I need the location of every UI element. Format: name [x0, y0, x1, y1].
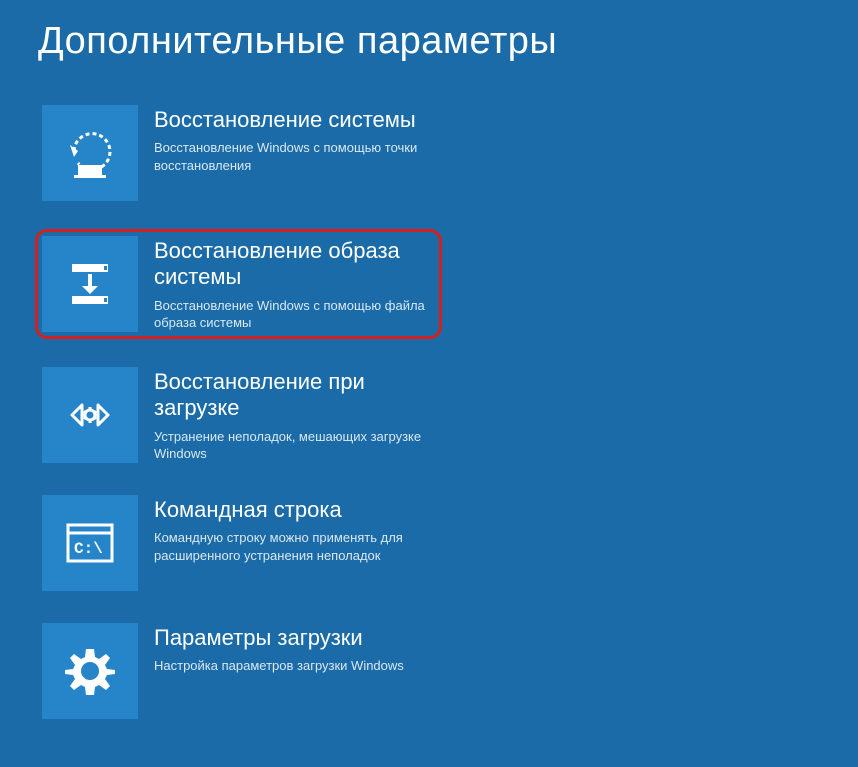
- option-title: Восстановление при загрузке: [154, 369, 436, 422]
- option-command-prompt[interactable]: C:\ Командная строка Командную строку мо…: [38, 491, 428, 595]
- option-desc: Настройка параметров загрузки Windows: [154, 657, 404, 675]
- option-system-restore[interactable]: Восстановление системы Восстановление Wi…: [38, 101, 448, 205]
- main-panel: Дополнительные параметры Восстановление …: [0, 0, 858, 767]
- option-image-recovery[interactable]: Восстановление образа системы Восстановл…: [35, 229, 442, 339]
- page-title: Дополнительные параметры: [38, 20, 820, 63]
- option-text: Командная строка Командную строку можно …: [154, 495, 424, 564]
- option-text: Восстановление при загрузке Устранение н…: [154, 367, 444, 463]
- option-desc: Командную строку можно применять для рас…: [154, 529, 416, 564]
- option-startup-repair[interactable]: Восстановление при загрузке Устранение н…: [38, 363, 448, 467]
- option-title: Параметры загрузки: [154, 625, 404, 651]
- option-desc: Восстановление Windows с помощью точки в…: [154, 139, 436, 174]
- gear-icon: [42, 623, 138, 719]
- system-restore-icon: [42, 105, 138, 201]
- left-column: Восстановление системы Восстановление Wi…: [38, 101, 448, 491]
- image-recovery-icon: [42, 236, 138, 332]
- svg-text:C:\: C:\: [74, 540, 103, 558]
- option-title: Восстановление системы: [154, 107, 436, 133]
- option-title: Восстановление образа системы: [154, 238, 427, 291]
- command-prompt-icon: C:\: [42, 495, 138, 591]
- options-grid: Восстановление системы Восстановление Wi…: [38, 101, 820, 747]
- option-desc: Устранение неполадок, мешающих загрузке …: [154, 428, 436, 463]
- startup-repair-icon: [42, 367, 138, 463]
- option-text: Восстановление системы Восстановление Wi…: [154, 105, 444, 174]
- right-column: C:\ Командная строка Командную строку мо…: [38, 491, 428, 747]
- option-desc: Восстановление Windows с помощью файла о…: [154, 297, 427, 332]
- option-text: Восстановление образа системы Восстановл…: [154, 236, 435, 332]
- option-startup-settings[interactable]: Параметры загрузки Настройка параметров …: [38, 619, 428, 723]
- option-title: Командная строка: [154, 497, 416, 523]
- option-text: Параметры загрузки Настройка параметров …: [154, 623, 412, 675]
